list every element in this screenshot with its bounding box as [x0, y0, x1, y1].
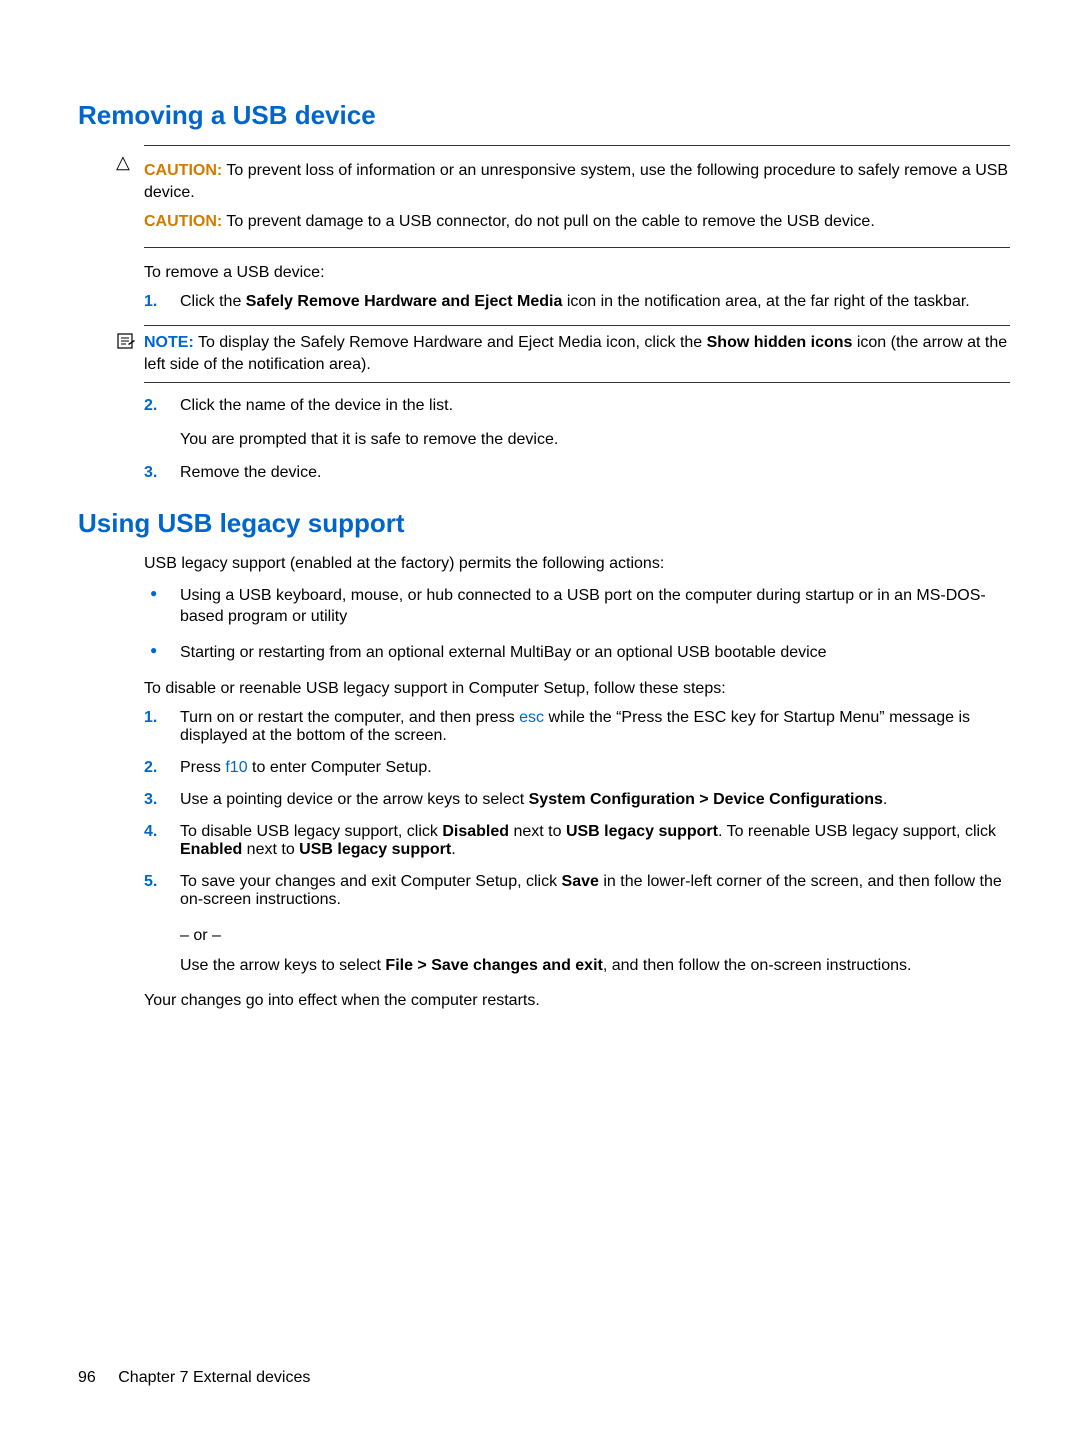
step-2: 2. Click the name of the device in the l…: [144, 397, 1010, 451]
bullet-item: Using a USB keyboard, mouse, or hub conn…: [144, 585, 1010, 628]
step-text: Press f10 to enter Computer Setup.: [180, 759, 432, 776]
page-number: 96: [78, 1369, 96, 1386]
intro-text: USB legacy support (enabled at the facto…: [144, 553, 1010, 575]
caution-text-1: CAUTION: To prevent loss of information …: [144, 160, 1010, 203]
step-number: 5.: [144, 873, 157, 891]
step-number: 1.: [144, 709, 157, 727]
step-4: 4. To disable USB legacy support, click …: [144, 823, 1010, 859]
heading-legacy-support: Using USB legacy support: [78, 508, 1010, 539]
step-number: 2.: [144, 759, 157, 777]
caution-text-2: CAUTION: To prevent damage to a USB conn…: [144, 211, 1010, 233]
step-text: To disable USB legacy support, click Dis…: [180, 823, 996, 858]
caution-body: To prevent loss of information or an unr…: [144, 162, 1008, 201]
chapter-label: Chapter 7 External devices: [118, 1369, 310, 1386]
step-1: 1. Turn on or restart the computer, and …: [144, 709, 1010, 745]
key-f10: f10: [225, 759, 247, 776]
note-label: NOTE:: [144, 334, 194, 351]
step-text: Remove the device.: [180, 464, 321, 481]
step-text: Click the name of the device in the list…: [180, 397, 453, 414]
step-text: Use a pointing device or the arrow keys …: [180, 791, 887, 808]
step-text: Turn on or restart the computer, and the…: [180, 709, 970, 744]
step-number: 4.: [144, 823, 157, 841]
step-text: Click the Safely Remove Hardware and Eje…: [180, 293, 970, 310]
caution-label: CAUTION:: [144, 213, 222, 230]
intro-text-2: To disable or reenable USB legacy suppor…: [144, 678, 1010, 700]
note-block: NOTE: To display the Safely Remove Hardw…: [144, 325, 1010, 382]
note-icon: [116, 332, 136, 355]
step-1: 1. Click the Safely Remove Hardware and …: [144, 293, 1010, 382]
step-5: 5. To save your changes and exit Compute…: [144, 873, 1010, 976]
caution-block-1: △ CAUTION: To prevent loss of informatio…: [144, 145, 1010, 248]
step-number: 2.: [144, 397, 157, 415]
step-3: 3. Use a pointing device or the arrow ke…: [144, 791, 1010, 809]
caution-body: To prevent damage to a USB connector, do…: [226, 213, 874, 230]
step-number: 3.: [144, 464, 157, 482]
intro-text: To remove a USB device:: [144, 262, 1010, 284]
bullet-item: Starting or restarting from an optional …: [144, 642, 1010, 664]
key-esc: esc: [519, 709, 544, 726]
step-number: 1.: [144, 293, 157, 311]
step-number: 3.: [144, 791, 157, 809]
heading-removing-usb: Removing a USB device: [78, 100, 1010, 131]
step-text: To save your changes and exit Computer S…: [180, 873, 1002, 908]
note-text: NOTE: To display the Safely Remove Hardw…: [144, 332, 1010, 375]
or-separator: – or –: [180, 925, 1010, 947]
step-after: You are prompted that it is safe to remo…: [180, 429, 1010, 451]
caution-icon: △: [116, 152, 130, 173]
page-footer: 96 Chapter 7 External devices: [78, 1369, 310, 1387]
step-3: 3. Remove the device.: [144, 464, 1010, 482]
step-2: 2. Press f10 to enter Computer Setup.: [144, 759, 1010, 777]
step-alt-text: Use the arrow keys to select File > Save…: [180, 955, 1010, 977]
closing-text: Your changes go into effect when the com…: [144, 990, 1010, 1012]
caution-label: CAUTION:: [144, 162, 222, 179]
